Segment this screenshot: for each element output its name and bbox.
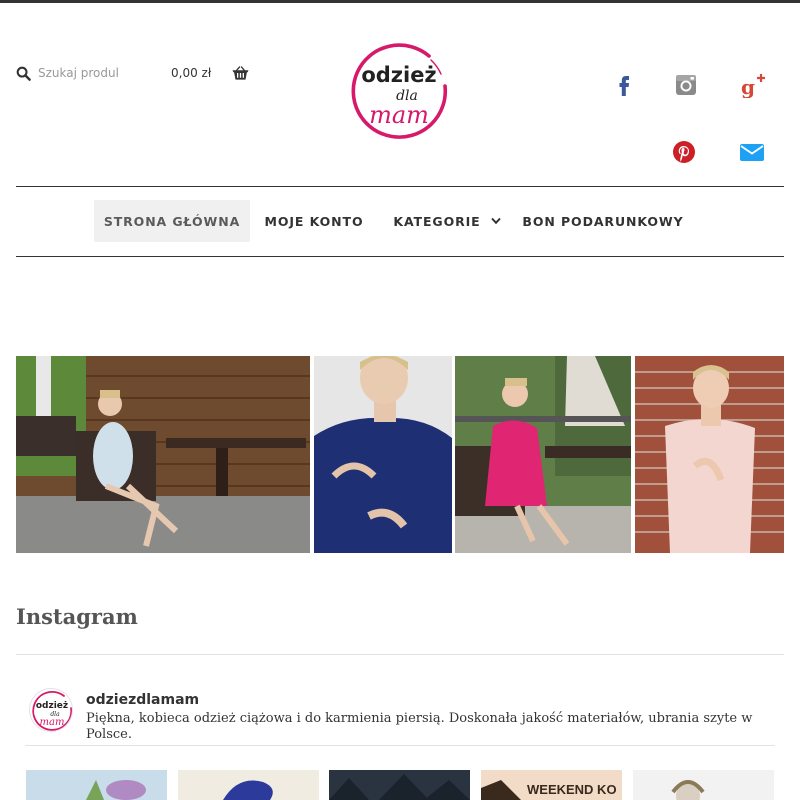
cart-amount[interactable]: 0,00 zł [171, 66, 211, 80]
photo-light-blue-dress[interactable] [16, 356, 310, 553]
chevron-down-icon[interactable] [490, 217, 501, 225]
basket-icon[interactable] [232, 65, 249, 81]
cart-link[interactable]: 0,00 zł [171, 62, 249, 84]
instagram-username[interactable]: odziezdlamam [86, 692, 199, 708]
nav-item-label: STRONA GŁÓWNA [103, 213, 241, 229]
instagram-avatar[interactable]: odzież dla mam [29, 688, 73, 732]
email-icon[interactable] [738, 138, 766, 166]
search-input[interactable] [38, 66, 118, 80]
top-border [0, 0, 800, 3]
svg-text:odzież: odzież [361, 63, 436, 87]
nav-item-categories[interactable]: KATEGORIE [380, 200, 514, 242]
photo-navy-dress[interactable] [314, 356, 452, 553]
logo-image: odzież dla mam [351, 43, 448, 139]
nav-item-label: BON PODARUNKOWY [522, 213, 684, 229]
instagram-icon[interactable] [672, 71, 700, 99]
instagram-post[interactable] [26, 770, 167, 800]
photo-pink-dress[interactable] [455, 356, 631, 553]
nav-item-account[interactable]: MOJE KONTO [254, 200, 374, 242]
profile-divider [25, 745, 775, 746]
site-logo[interactable]: odzież dla mam [349, 40, 449, 140]
instagram-bio: Piękna, kobieca odzież ciążowa i do karm… [86, 711, 753, 742]
svg-text:mam: mam [369, 101, 429, 129]
svg-text:g: g [741, 75, 755, 98]
pinterest-icon[interactable] [670, 138, 698, 166]
search-icon[interactable] [16, 66, 31, 81]
instagram-post[interactable]: WEEKEND KO [481, 770, 622, 800]
instagram-post[interactable] [633, 770, 774, 800]
main-navigation: STRONA GŁÓWNA MOJE KONTO KATEGORIE BON P… [0, 200, 800, 242]
nav-item-gift-card[interactable]: BON PODARUNKOWY [518, 200, 688, 242]
instagram-post[interactable] [329, 770, 470, 800]
search-form[interactable] [16, 62, 126, 84]
nav-item-label: MOJE KONTO [264, 213, 364, 229]
instagram-post[interactable] [178, 770, 319, 800]
nav-item-home[interactable]: STRONA GŁÓWNA [94, 200, 250, 242]
thumb-caption: WEEKEND KO [527, 782, 617, 797]
photo-lace-dress[interactable] [635, 356, 784, 553]
svg-text:odzież: odzież [36, 701, 68, 711]
svg-text:mam: mam [40, 717, 65, 728]
header-divider [16, 186, 784, 187]
facebook-icon[interactable] [610, 71, 638, 99]
nav-divider [16, 256, 784, 257]
instagram-section-title: Instagram [16, 604, 138, 629]
section-divider [16, 654, 784, 655]
nav-item-label: KATEGORIE [393, 213, 481, 229]
google-plus-icon[interactable]: g [739, 71, 767, 99]
